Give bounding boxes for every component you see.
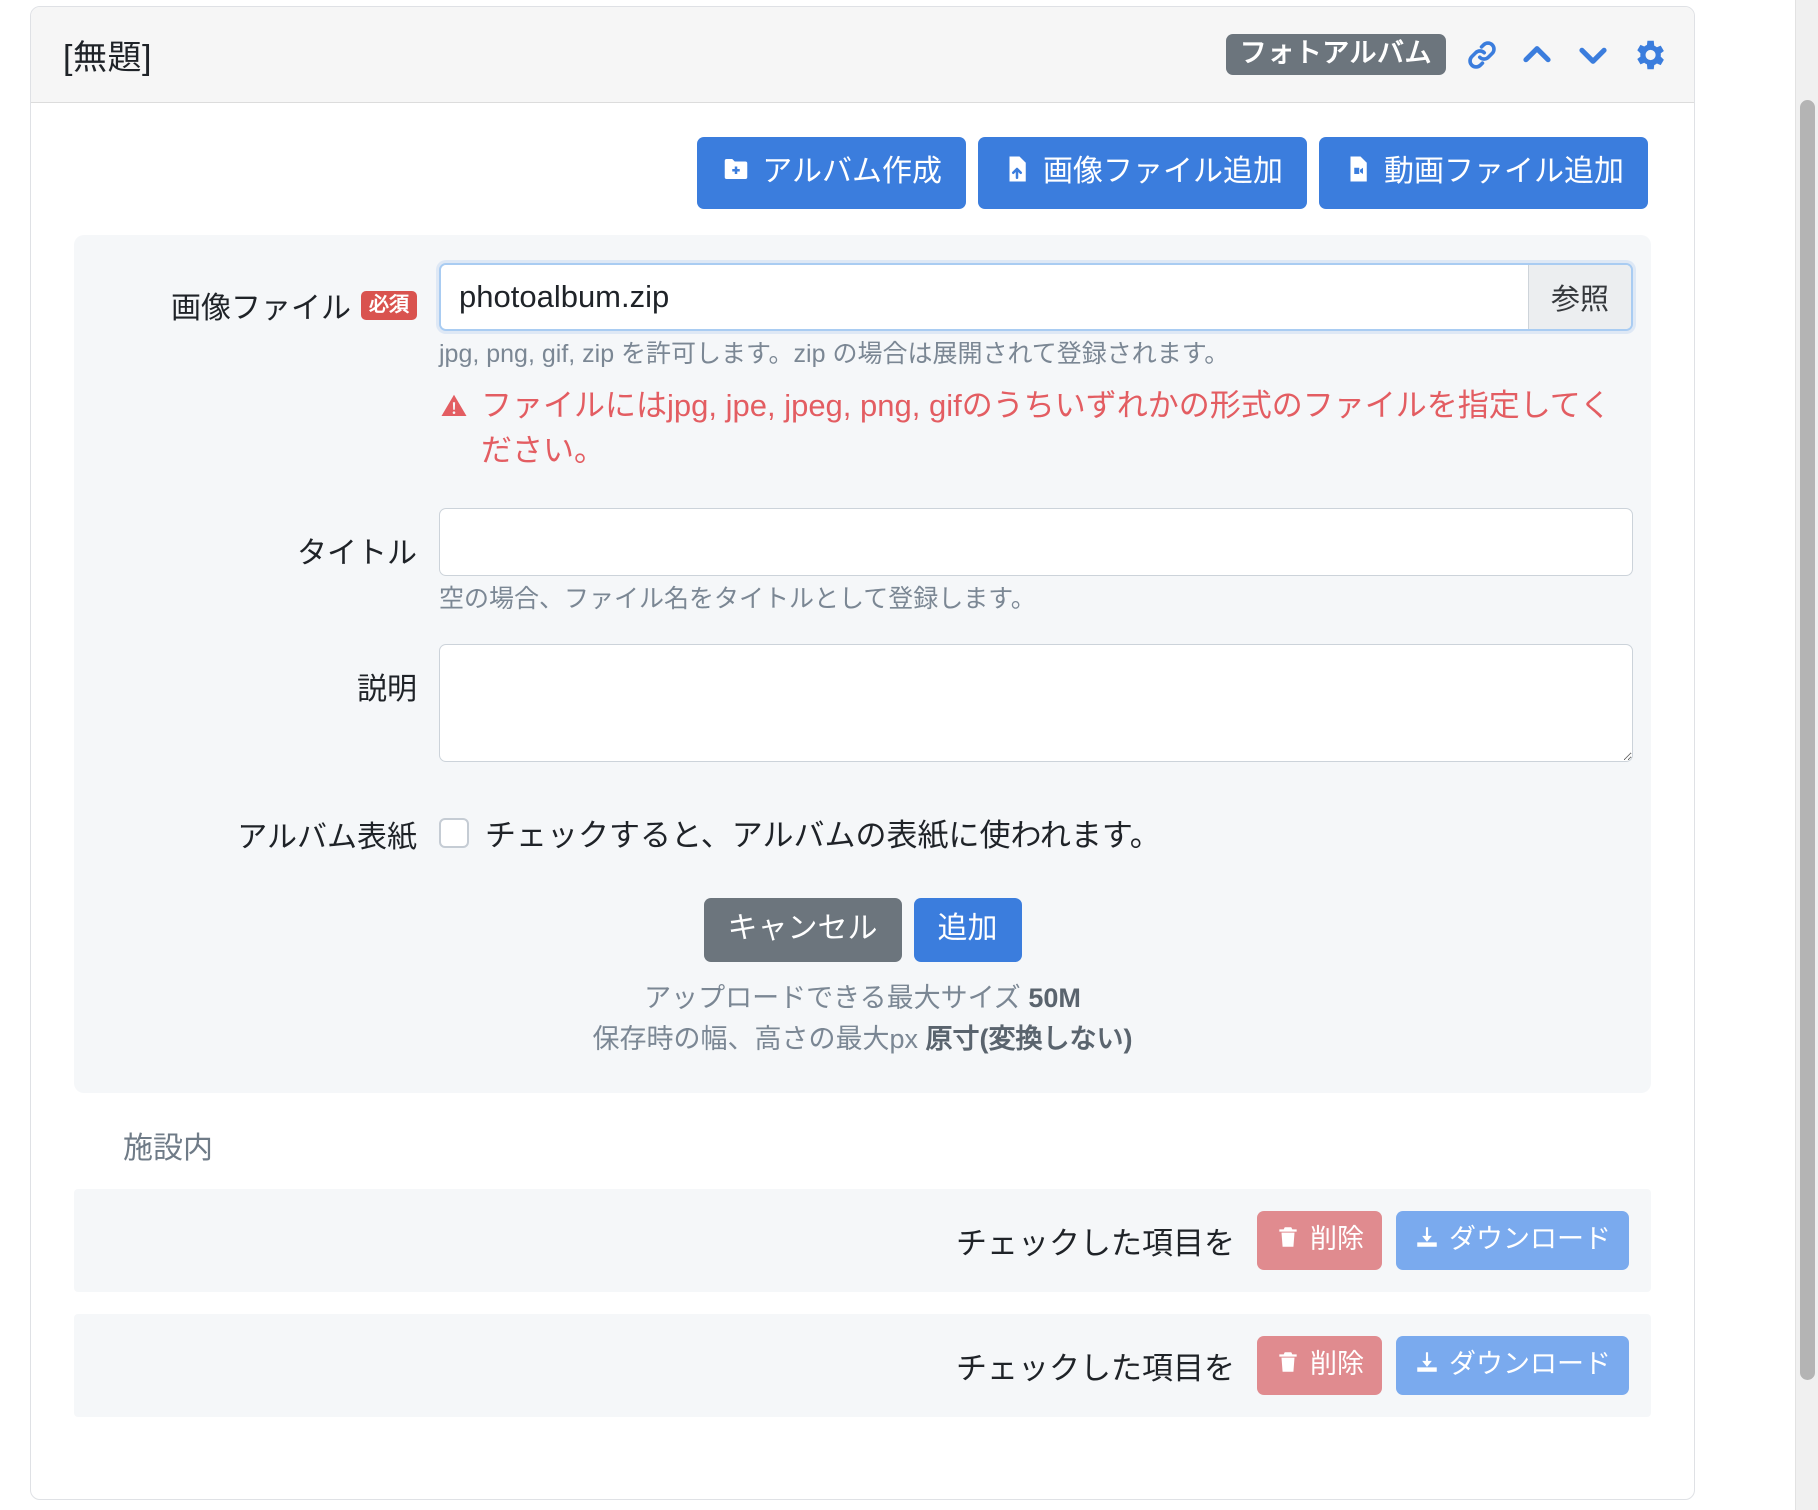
download-selected-label: ダウンロード xyxy=(1449,1349,1611,1380)
download-selected-label: ダウンロード xyxy=(1449,1224,1611,1255)
trash-icon xyxy=(1275,1349,1301,1380)
image-file-label: 画像ファイル 必須 xyxy=(74,263,439,327)
download-selected-button[interactable]: ダウンロード xyxy=(1396,1211,1629,1271)
card-body: アルバム作成 画像ファイル追加 動画ファイル追加 画像ファイル 必須 photo… xyxy=(31,103,1694,1418)
toolbar: アルバム作成 画像ファイル追加 動画ファイル追加 xyxy=(61,137,1664,209)
delete-selected-label: 削除 xyxy=(1310,1224,1364,1255)
title-field: 空の場合、ファイル名をタイトルとして登録します。 xyxy=(439,507,1633,617)
delete-selected-label: 削除 xyxy=(1310,1349,1364,1380)
checked-items-label: チェックした項目を xyxy=(956,1226,1235,1262)
max-px-prefix: 保存時の幅、高さの最大px xyxy=(592,1023,926,1054)
album-cover-checkbox[interactable] xyxy=(439,817,469,848)
title-label: タイトル xyxy=(297,536,417,570)
page-scrollbar[interactable] xyxy=(1795,0,1818,1510)
delete-selected-button[interactable]: 削除 xyxy=(1257,1336,1382,1396)
add-video-file-button[interactable]: 動画ファイル追加 xyxy=(1319,137,1648,209)
upload-size-note: アップロードできる最大サイズ 50M 保存時の幅、高さの最大px 原寸(変換しな… xyxy=(74,978,1651,1059)
album-cover-field: チェックすると、アルバムの表紙に使われます。 xyxy=(439,792,1633,855)
link-icon[interactable] xyxy=(1464,37,1500,73)
max-size-prefix: アップロードできる最大サイズ xyxy=(644,983,1029,1014)
max-px-line: 保存時の幅、高さの最大px 原寸(変換しない) xyxy=(74,1019,1651,1060)
page-title: [無題] xyxy=(63,39,152,77)
upload-form-panel: 画像ファイル必須 参照 jpg, png, gif, zip を許可します。zi… xyxy=(74,235,1651,1094)
warning-icon xyxy=(439,384,469,474)
page-scrollbar-thumb[interactable] xyxy=(1800,100,1815,1380)
album-cover-label: アルバム表紙 xyxy=(237,821,417,855)
download-selected-button[interactable]: ダウンロード xyxy=(1396,1336,1629,1396)
title-help: 空の場合、ファイル名をタイトルとして登録します。 xyxy=(439,584,1036,613)
create-album-button[interactable]: アルバム作成 xyxy=(697,137,966,209)
max-px-value: 原寸(変換しない) xyxy=(925,1023,1133,1054)
image-file-row: 画像ファイル必須 参照 jpg, png, gif, zip を許可します。zi… xyxy=(74,263,1651,474)
max-size-line: アップロードできる最大サイズ 50M xyxy=(74,978,1651,1019)
image-file-error-text: ファイルにはjpg, jpe, jpeg, png, gifのうちいずれかの形式… xyxy=(481,387,1611,468)
gear-icon[interactable] xyxy=(1630,36,1668,74)
app-root: [無題] フォトアルバム アルバム作成 画像ファイル追加 動画ファイル追加 画像… xyxy=(0,0,1818,1510)
image-file-field: 参照 jpg, png, gif, zip を許可します。zip の場合は展開さ… xyxy=(439,263,1633,474)
description-label: 説明 xyxy=(357,673,417,707)
description-textarea[interactable] xyxy=(439,644,1633,763)
image-file-help: jpg, png, gif, zip を許可します。zip の場合は展開されて登… xyxy=(439,340,1230,368)
add-video-file-label: 動画ファイル追加 xyxy=(1384,155,1624,188)
cancel-button[interactable]: キャンセル xyxy=(703,898,902,963)
description-row: 説明 xyxy=(74,644,1651,763)
list-actions-row-1: チェックした項目を 削除 ダウンロード xyxy=(74,1189,1651,1293)
album-cover-checkbox-label: チェックすると、アルバムの表紙に使われます。 xyxy=(485,818,1161,854)
status-badge: フォトアルバム xyxy=(1225,34,1446,75)
add-image-file-label: 画像ファイル追加 xyxy=(1043,155,1283,188)
title-row: タイトル 空の場合、ファイル名をタイトルとして登録します。 xyxy=(74,507,1651,617)
album-cover-check-line: チェックすると、アルバムの表紙に使われます。 xyxy=(439,792,1633,855)
delete-selected-button[interactable]: 削除 xyxy=(1257,1211,1382,1271)
file-input-group: 参照 xyxy=(439,263,1633,331)
add-button[interactable]: 追加 xyxy=(913,898,1022,963)
image-file-input[interactable] xyxy=(441,265,1528,329)
max-size-value: 50M xyxy=(1028,983,1081,1014)
list-actions-row-2: チェックした項目を 削除 ダウンロード xyxy=(74,1314,1651,1418)
chevron-up-icon[interactable] xyxy=(1518,36,1556,74)
download-icon xyxy=(1414,1349,1440,1380)
photo-album-card: [無題] フォトアルバム アルバム作成 画像ファイル追加 動画ファイル追加 画像… xyxy=(30,6,1695,1500)
required-badge: 必須 xyxy=(361,291,417,320)
image-file-error: ファイルにはjpg, jpe, jpeg, png, gifのうちいずれかの形式… xyxy=(439,384,1633,474)
album-cover-row: アルバム表紙 チェックすると、アルバムの表紙に使われます。 xyxy=(74,792,1651,856)
form-actions: キャンセル 追加 xyxy=(74,898,1651,963)
chevron-down-icon[interactable] xyxy=(1574,36,1612,74)
card-header: [無題] フォトアルバム xyxy=(31,7,1694,103)
trash-icon xyxy=(1275,1224,1301,1255)
download-icon xyxy=(1414,1224,1440,1255)
title-input[interactable] xyxy=(439,507,1633,576)
list-section-title: 施設内 xyxy=(123,1132,213,1166)
description-field xyxy=(439,644,1633,763)
checked-items-label: チェックした項目を xyxy=(956,1351,1235,1387)
create-album-label: アルバム作成 xyxy=(762,155,942,188)
file-upload-icon xyxy=(1002,154,1032,190)
header-controls: フォトアルバム xyxy=(1225,34,1668,75)
file-video-icon xyxy=(1343,154,1373,190)
folder-plus-icon xyxy=(721,154,751,190)
browse-button[interactable]: 参照 xyxy=(1527,265,1631,329)
add-image-file-button[interactable]: 画像ファイル追加 xyxy=(978,137,1307,209)
